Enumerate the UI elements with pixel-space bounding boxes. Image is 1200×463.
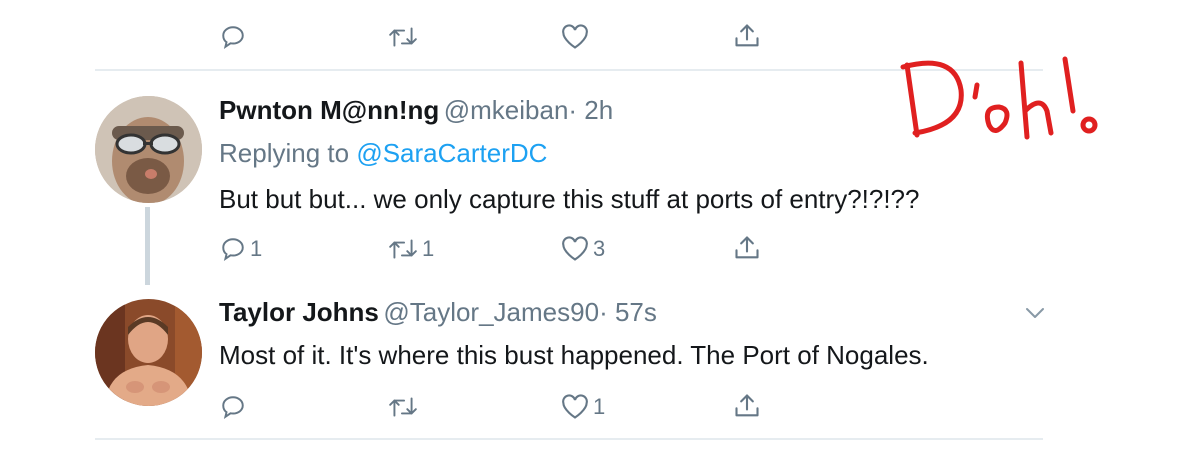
divider bbox=[95, 438, 1043, 440]
share-icon bbox=[735, 394, 759, 417]
replying-to: Replying to @SaraCarterDC bbox=[219, 140, 547, 166]
replying-prefix: Replying to bbox=[219, 138, 357, 168]
reply-icon bbox=[222, 396, 244, 419]
like-button[interactable]: 1 bbox=[561, 394, 605, 420]
tweet-header: Taylor Johns @Taylor_James90· 57s bbox=[219, 299, 657, 325]
retweet-count: 1 bbox=[422, 236, 435, 261]
share-icon bbox=[735, 236, 759, 259]
retweet-button[interactable] bbox=[388, 394, 422, 420]
prev-retweet-button[interactable] bbox=[388, 24, 418, 50]
prev-reply-button[interactable] bbox=[220, 24, 246, 50]
reply-icon bbox=[222, 238, 244, 261]
chevron-down-icon bbox=[1026, 308, 1044, 318]
user-handle[interactable]: @Taylor_James90 bbox=[383, 297, 599, 327]
like-count: 1 bbox=[593, 394, 606, 419]
tweet-header: Pwnton M@nn!ng @mkeiban· 2h bbox=[219, 97, 613, 123]
thread-connector bbox=[145, 207, 150, 285]
user-handle[interactable]: @mkeiban bbox=[444, 95, 569, 125]
tweet-text: Most of it. It's where this bust happene… bbox=[219, 340, 929, 370]
share-button[interactable] bbox=[733, 392, 761, 420]
retweet-button[interactable]: 1 bbox=[388, 236, 434, 262]
share-button[interactable] bbox=[733, 234, 761, 262]
like-icon bbox=[562, 394, 588, 419]
tweet-menu-button[interactable] bbox=[1024, 306, 1046, 325]
reply-button[interactable]: 1 bbox=[220, 236, 262, 262]
display-name[interactable]: Pwnton M@nn!ng bbox=[219, 95, 439, 125]
prev-share-button[interactable] bbox=[733, 22, 761, 50]
avatar-photo bbox=[95, 96, 202, 203]
share-icon bbox=[735, 24, 759, 47]
retweet-icon bbox=[389, 397, 417, 417]
retweet-icon bbox=[389, 27, 417, 47]
retweet-icon bbox=[389, 239, 417, 259]
handwritten-annotation bbox=[900, 56, 1098, 140]
reply-count: 1 bbox=[250, 236, 263, 261]
like-count: 3 bbox=[593, 236, 606, 261]
reply-icon bbox=[222, 26, 244, 49]
like-icon bbox=[562, 236, 588, 261]
timestamp[interactable]: · 57s bbox=[599, 297, 657, 327]
mention-link[interactable]: @SaraCarterDC bbox=[356, 138, 547, 168]
tweet-text: But but but... we only capture this stuf… bbox=[219, 184, 920, 214]
like-button[interactable]: 3 bbox=[561, 236, 605, 262]
like-icon bbox=[562, 24, 588, 49]
reply-button[interactable] bbox=[220, 394, 250, 420]
display-name[interactable]: Taylor Johns bbox=[219, 297, 379, 327]
avatar[interactable] bbox=[95, 299, 202, 406]
prev-like-button[interactable] bbox=[561, 24, 589, 50]
avatar-photo bbox=[95, 299, 202, 406]
timestamp[interactable]: · 2h bbox=[568, 95, 613, 125]
avatar[interactable] bbox=[95, 96, 202, 203]
